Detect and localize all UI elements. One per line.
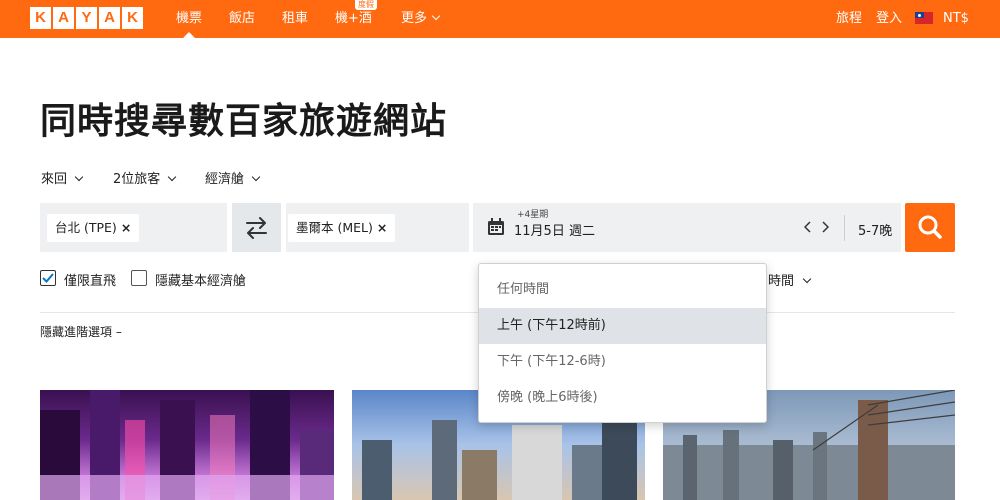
nav-tab-more[interactable]: 更多 xyxy=(401,0,441,38)
cabin-class-label: 經濟艙 xyxy=(205,172,245,187)
time-filter-label: 時間 xyxy=(768,274,795,289)
destination-value: 墨爾本 (MEL) xyxy=(296,220,373,235)
logo-letter: K xyxy=(30,7,51,29)
chevron-right-icon[interactable] xyxy=(821,221,829,233)
chevron-down-icon xyxy=(431,11,441,21)
trip-type-dropdown[interactable]: 來回 xyxy=(41,168,84,187)
calendar-icon xyxy=(488,218,504,235)
checkmark-icon xyxy=(42,273,54,283)
page-headline: 同時搜尋數百家旅遊網站 xyxy=(40,101,448,142)
search-icon xyxy=(918,215,942,239)
hide-basic-economy-checkbox[interactable] xyxy=(131,270,147,286)
chevron-down-icon xyxy=(802,274,812,284)
departure-date[interactable]: 11月5日 週二 xyxy=(514,220,595,239)
time-option-any[interactable]: 任何時間 xyxy=(479,272,766,308)
trips-link[interactable]: 旅程 xyxy=(836,0,862,38)
trips-label: 旅程 xyxy=(836,11,863,26)
travelers-dropdown[interactable]: 2位旅客 xyxy=(113,168,177,187)
logo-letter: A xyxy=(53,7,74,29)
kayak-logo[interactable]: K A Y A K xyxy=(30,7,143,29)
nav-tab-label: 機票 xyxy=(176,11,203,26)
login-label: 登入 xyxy=(876,11,903,26)
time-option-evening[interactable]: 傍晚 (晚上6時後) xyxy=(479,380,766,416)
travelers-label: 2位旅客 xyxy=(113,172,161,187)
time-of-day-dropdown-menu: 任何時間 上午 (下午12時前) 下午 (下午12-6時) 傍晚 (晚上6時後) xyxy=(478,263,767,423)
currency-label: NT$ xyxy=(943,11,969,26)
nonstop-checkbox[interactable] xyxy=(40,270,56,286)
nav-tab-flights[interactable]: 機票 xyxy=(176,0,202,38)
hide-basic-economy-label[interactable]: 隱藏基本經濟艙 xyxy=(155,270,246,289)
origin-chip[interactable]: 台北 (TPE) × xyxy=(47,214,140,242)
nav-tab-label: 租車 xyxy=(282,11,309,26)
login-link[interactable]: 登入 xyxy=(876,0,902,38)
remove-destination-icon[interactable]: × xyxy=(377,220,387,235)
divider xyxy=(844,215,845,241)
search-button[interactable] xyxy=(905,203,955,252)
time-option-afternoon[interactable]: 下午 (下午12-6時) xyxy=(479,344,766,380)
flex-dates-label: +4星期 xyxy=(517,210,549,220)
swap-arrows-icon xyxy=(246,217,267,239)
hide-advanced-options-link[interactable]: 隱藏進階選項 – xyxy=(40,323,122,340)
chevron-left-icon[interactable] xyxy=(804,221,812,233)
destination-image-city-night[interactable] xyxy=(40,390,334,500)
top-nav-bar: K A Y A K 機票 飯店 租車 度假 機+酒 更多 旅程 登入 NT$ xyxy=(0,0,1000,38)
swap-button[interactable] xyxy=(232,203,281,252)
chevron-down-icon xyxy=(74,172,84,182)
nav-tab-label: 機+酒 xyxy=(335,11,372,26)
city-night-photo xyxy=(40,390,334,500)
origin-field[interactable]: 台北 (TPE) × xyxy=(40,203,227,252)
logo-letter: A xyxy=(99,7,120,29)
remove-origin-icon[interactable]: × xyxy=(121,220,131,235)
chevron-down-icon xyxy=(251,172,261,182)
nav-tab-hotels[interactable]: 飯店 xyxy=(229,0,255,38)
logo-letter: Y xyxy=(76,7,97,29)
destination-field[interactable]: 墨爾本 (MEL) × xyxy=(286,203,469,252)
taiwan-flag-icon[interactable] xyxy=(915,12,933,24)
nights-selector[interactable]: 5-7晚 xyxy=(858,220,892,239)
time-option-morning[interactable]: 上午 (下午12時前) xyxy=(479,308,766,344)
cabin-class-dropdown[interactable]: 經濟艙 xyxy=(205,168,261,187)
destination-chip[interactable]: 墨爾本 (MEL) × xyxy=(288,214,396,242)
time-filter-dropdown[interactable]: 時間 xyxy=(768,270,812,289)
nav-tab-cars[interactable]: 租車 xyxy=(282,0,308,38)
nav-tab-label: 更多 xyxy=(401,11,428,26)
origin-value: 台北 (TPE) xyxy=(55,220,117,235)
nav-tab-label: 飯店 xyxy=(229,11,256,26)
currency-selector[interactable]: NT$ xyxy=(943,0,969,38)
nonstop-label[interactable]: 僅限直飛 xyxy=(64,270,116,289)
logo-letter: K xyxy=(122,7,143,29)
nav-tab-flight-hotel[interactable]: 機+酒 xyxy=(335,0,372,38)
trip-type-label: 來回 xyxy=(41,172,68,187)
chevron-down-icon xyxy=(168,172,177,182)
